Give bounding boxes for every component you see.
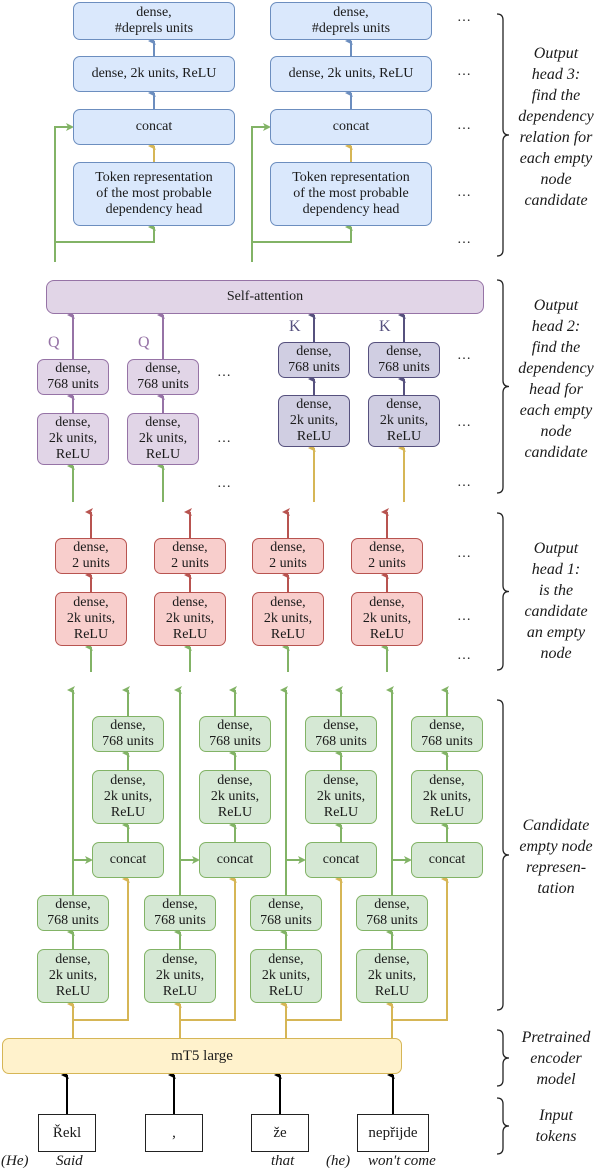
candidate-upper-dense-768: dense, 768 units [199,716,271,752]
head2-ellipsis: … [217,431,232,446]
candidate-lower-dense-768: dense, 768 units [37,895,109,931]
key-label: K [289,318,301,335]
candidate-lower-dense-2k: dense, 2k units, ReLU [356,949,428,1003]
gloss: that [271,1153,295,1169]
encoder-description: Pretrained encoder model [521,1029,591,1088]
candidate-concat: concat [411,842,483,878]
key-dense-2k: dense, 2k units, ReLU [278,395,350,447]
candidate-upper-dense-768: dense, 768 units [92,716,164,752]
head3-description: Output head 3: find the dependency relat… [518,45,594,209]
key-label: K [379,318,391,335]
head3-2k-dense: dense, 2k units, ReLU [73,56,235,92]
gloss: (he) [326,1153,351,1169]
query-dense-2k: dense, 2k units, ReLU [127,413,199,465]
candidate-upper-dense-2k: dense, 2k units, ReLU [411,770,483,824]
candidate-upper-dense-2k: dense, 2k units, ReLU [199,770,271,824]
mt5-encoder: mT5 large [2,1038,402,1074]
architecture-diagram: dense, #deprels units dense, 2k units, R… [0,0,606,1172]
arrow-head3-to-token-repr [252,223,353,243]
query-label: Q [138,334,150,351]
head3-deprels-dense: dense, #deprels units [73,2,235,40]
head2-ellipsis: … [217,365,232,380]
head2-description: Output head 2: find the dependency head … [518,297,594,461]
head2-ellipsis: … [457,348,472,363]
candidate-lower-dense-2k: dense, 2k units, ReLU [37,949,109,1003]
candidate-concat: concat [305,842,377,878]
candidate-upper-dense-2k: dense, 2k units, ReLU [92,770,164,824]
input-token: nepřijde [357,1114,429,1152]
gloss: (He) [1,1153,29,1169]
arrow-head3-to-token-repr [55,223,156,243]
head1-dense-2k: dense, 2k units, ReLU [154,592,226,646]
head3-ellipsis: … [457,10,472,25]
input-token: Řekl [38,1114,96,1152]
head2-ellipsis: … [457,415,472,430]
key-dense-2k: dense, 2k units, ReLU [368,395,440,447]
head3-deprels-dense: dense, #deprels units [270,2,432,40]
head1-dense-2k: dense, 2k units, ReLU [55,592,127,646]
head1-ellipsis: … [457,609,472,624]
self-attention: Self-attention [46,280,484,314]
candidate-lower-dense-2k: dense, 2k units, ReLU [250,949,322,1003]
candidate-upper-dense-768: dense, 768 units [411,716,483,752]
candidate-upper-dense-2k: dense, 2k units, ReLU [305,770,377,824]
head3-ellipsis: … [457,64,472,79]
gloss: won't come [368,1153,436,1169]
head3-ellipsis: … [457,185,472,200]
candidate-description: Candidate empty node represen- tation [519,817,593,897]
head1-dense-2: dense, 2 units [154,538,226,574]
head3-concat: concat [73,109,235,145]
candidate-lower-dense-768: dense, 768 units [356,895,428,931]
candidate-upper-dense-768: dense, 768 units [305,716,377,752]
head1-ellipsis: … [457,546,472,561]
query-dense-768: dense, 768 units [127,359,199,395]
head1-dense-2k: dense, 2k units, ReLU [252,592,324,646]
input-token: , [145,1114,203,1152]
head3-token-representation: Token representation of the most probabl… [270,162,432,226]
candidate-concat: concat [199,842,271,878]
head3-ellipsis: … [457,118,472,133]
candidate-lower-dense-768: dense, 768 units [250,895,322,931]
head3-ellipsis: … [457,232,472,247]
head1-ellipsis: … [457,648,472,663]
candidate-lower-dense-2k: dense, 2k units, ReLU [144,949,216,1003]
head3-2k-dense: dense, 2k units, ReLU [270,56,432,92]
query-label: Q [48,334,60,351]
head3-concat: concat [270,109,432,145]
candidate-lower-dense-768: dense, 768 units [144,895,216,931]
query-dense-2k: dense, 2k units, ReLU [37,413,109,465]
input-description: Input tokens [535,1107,577,1145]
head2-ellipsis: … [217,476,232,491]
head1-dense-2: dense, 2 units [252,538,324,574]
candidate-concat: concat [92,842,164,878]
input-token: že [251,1114,309,1152]
head1-dense-2k: dense, 2k units, ReLU [351,592,423,646]
head1-description: Output head 1: is the candidate an empty… [524,540,588,662]
key-dense-768: dense, 768 units [368,342,440,378]
head2-ellipsis: … [457,475,472,490]
head3-token-representation: Token representation of the most probabl… [73,162,235,226]
query-dense-768: dense, 768 units [37,359,109,395]
key-dense-768: dense, 768 units [278,342,350,378]
gloss: Said [56,1153,83,1169]
head1-dense-2: dense, 2 units [55,538,127,574]
head1-dense-2: dense, 2 units [351,538,423,574]
